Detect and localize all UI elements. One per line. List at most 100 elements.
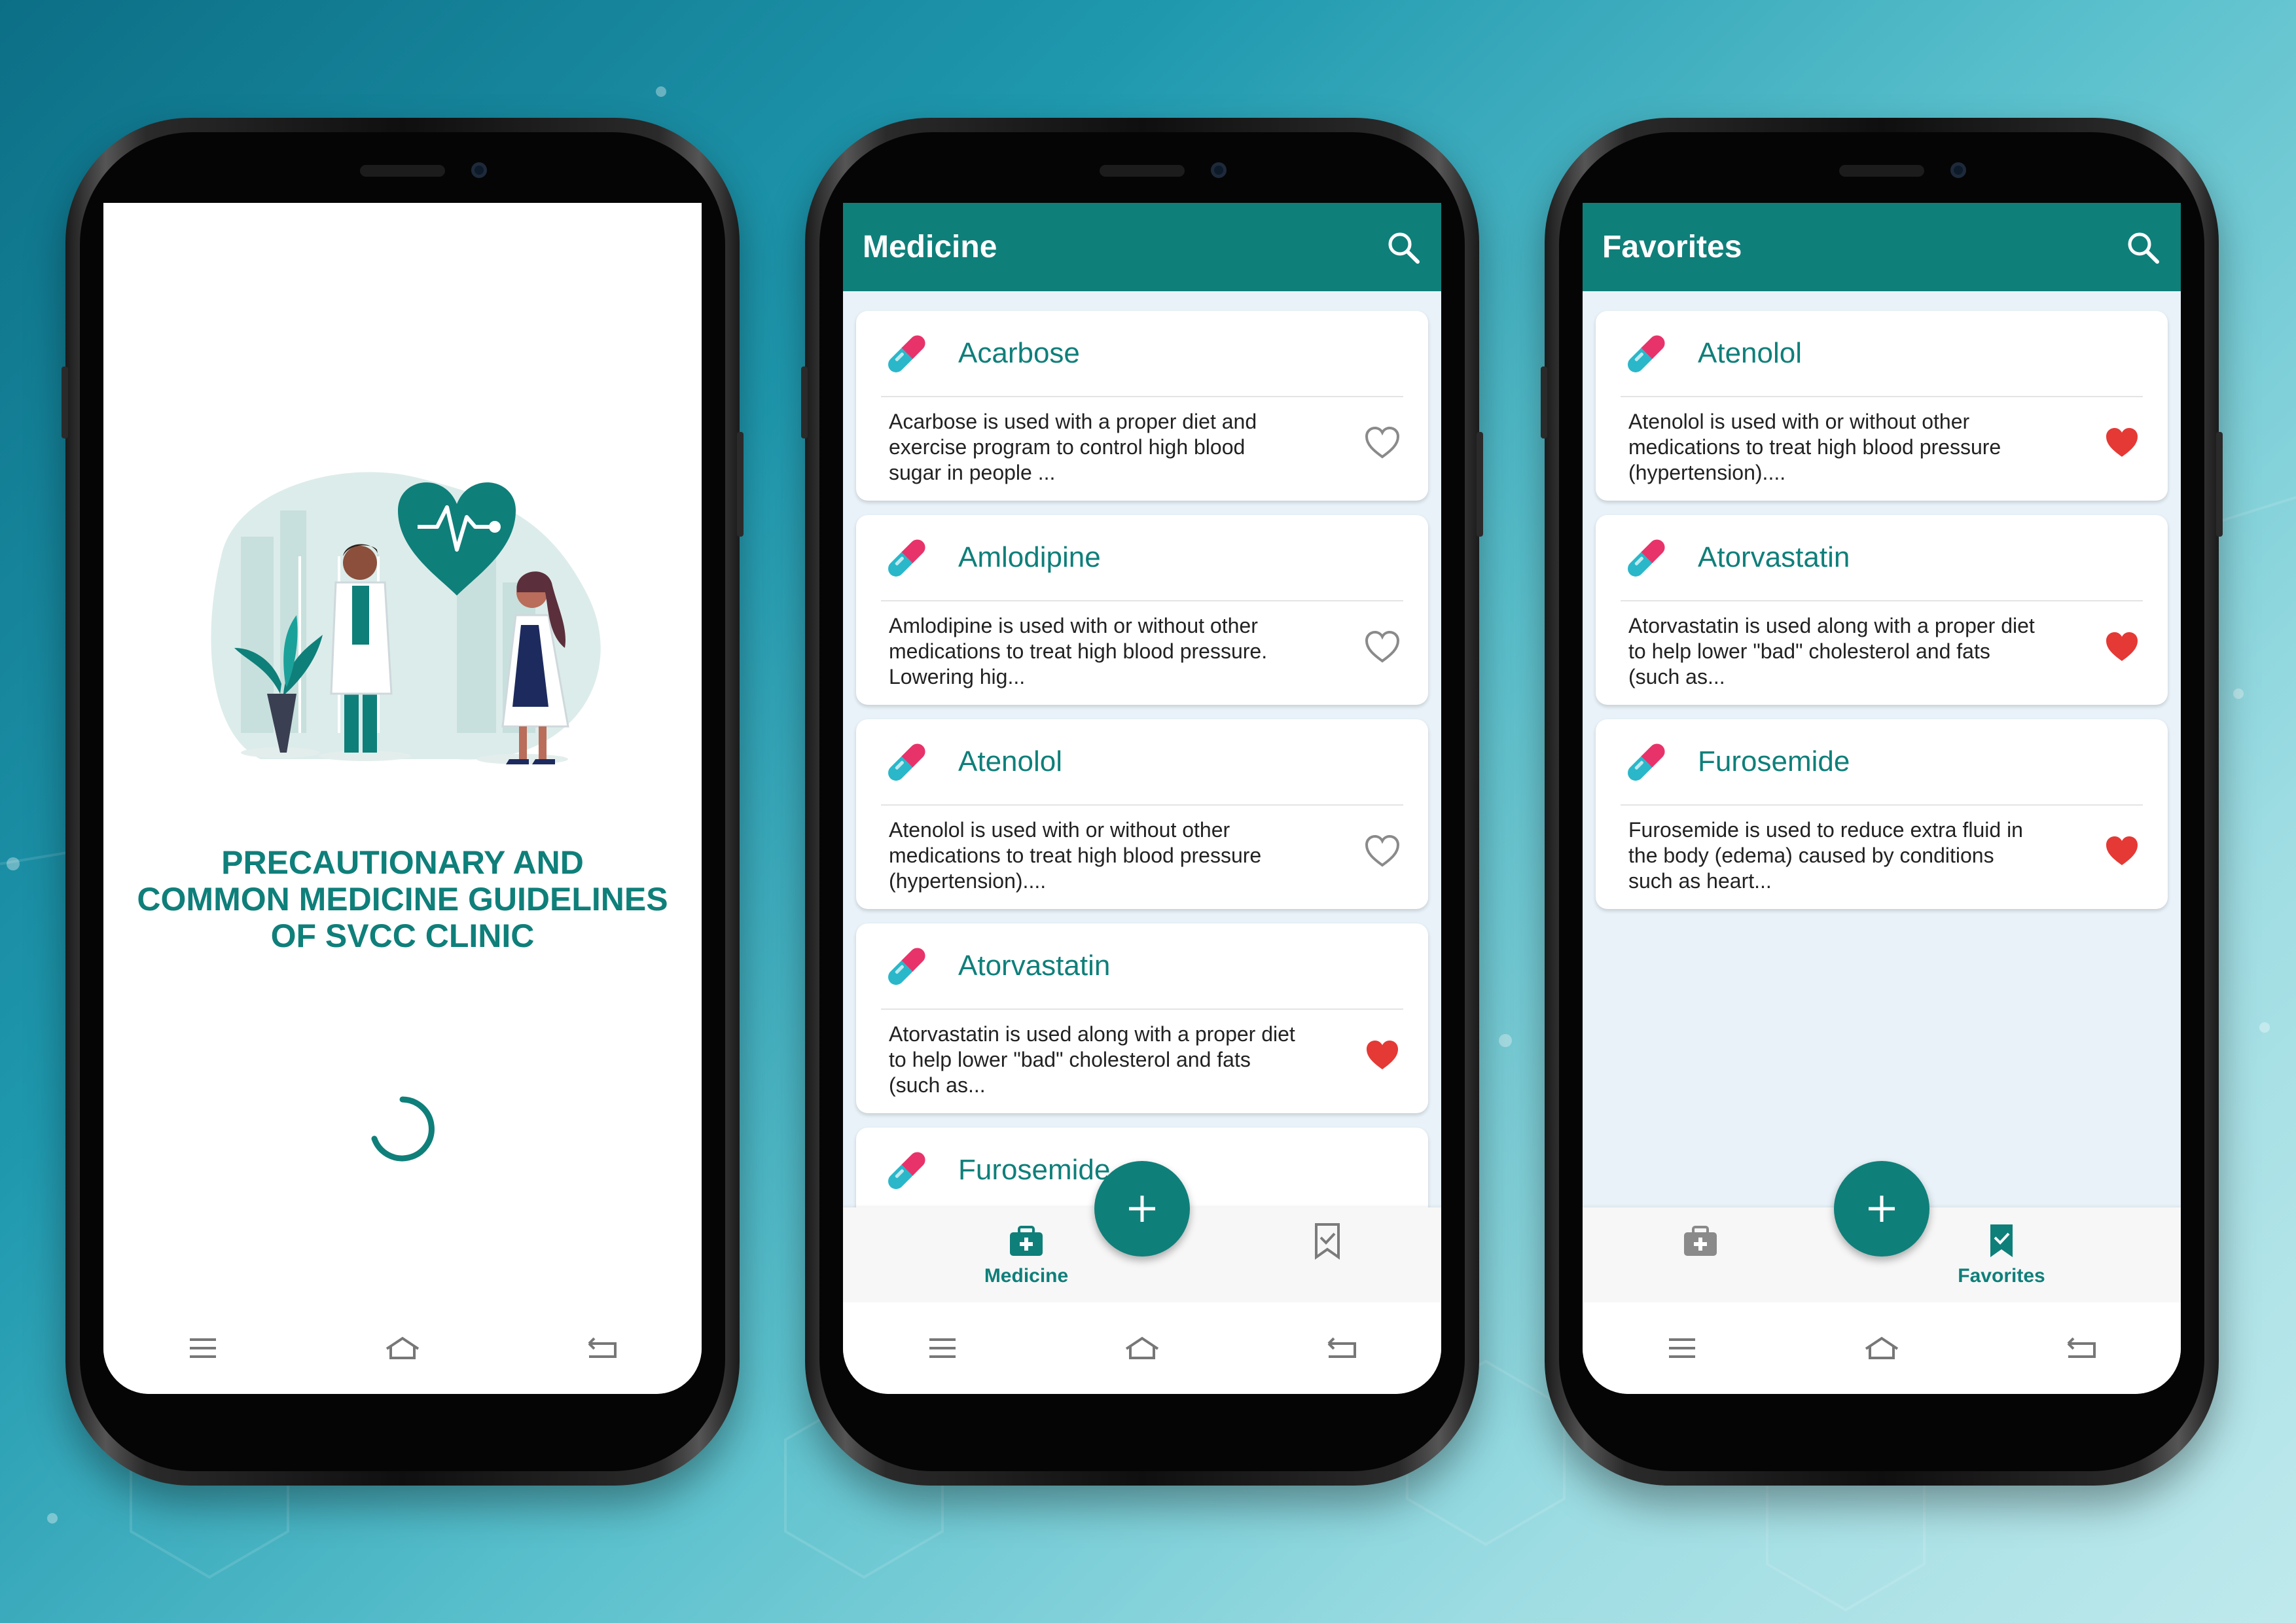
medicine-card[interactable]: Atenolol Atenolol is used with or without… [1596,311,2168,501]
menu-icon[interactable] [1662,1332,1702,1364]
tab-medicine[interactable] [1609,1221,1792,1261]
medicine-description-line: Atorvastatin is used along with a proper… [1628,614,2035,637]
medicine-description-line: (hypertension).... [889,869,1047,893]
medicine-name: Amlodipine [958,541,1101,573]
search-icon[interactable] [1385,229,1422,266]
splash-title: PRECAUTIONARY AND COMMON MEDICINE GUIDEL… [103,844,702,954]
medicine-card[interactable]: Atorvastatin Atorvastatin is used along w… [856,923,1428,1113]
add-button[interactable] [1094,1161,1190,1257]
power-button [1477,432,1483,537]
pill-icon [888,335,925,372]
pill-icon [1628,539,1665,577]
doctors-heart-illustration [211,472,601,764]
medicine-list[interactable]: Acarbose Acarbose is used with a proper d… [843,291,1441,1211]
medicine-description-line: such as heart... [1628,869,1772,893]
tab-favorites[interactable]: Favorites [1910,1221,2093,1287]
tab-favorites[interactable] [1236,1221,1419,1261]
medicine-description-line: medications to treat high blood pressure [1628,435,2001,459]
medicine-card[interactable]: Atenolol Atenolol is used with or without… [856,719,1428,909]
favorites-screen: Favorites Atenolol Atenolol is used with … [1583,203,2181,1394]
medicine-name: Atenolol [1698,337,1803,369]
medicine-description: Acarbose is used with a proper diet and e… [889,409,1360,486]
medicine-description: Furosemide is used to reduce extra fluid… [1628,817,2100,894]
system-nav-bar [843,1302,1441,1394]
tab-medicine[interactable]: Medicine [935,1221,1118,1287]
back-icon[interactable] [2062,1332,2101,1364]
divider [1621,804,2143,806]
medicine-description-line: Atorvastatin is used along with a proper… [889,1022,1295,1046]
back-icon[interactable] [1322,1332,1361,1364]
medical-kit-icon [1684,1226,1717,1256]
medicine-description: Atenolol is used with or without other me… [1628,409,2100,486]
divider [1621,600,2143,601]
heart-filled-icon[interactable] [2102,832,2142,869]
phone-favorites: Favorites Atenolol Atenolol is used with … [1541,118,2223,1486]
heart-outline-icon[interactable] [1363,628,1402,665]
medicine-card[interactable]: Atorvastatin Atorvastatin is used along w… [1596,515,2168,705]
medicine-card[interactable]: Acarbose Acarbose is used with a proper d… [856,311,1428,501]
phone-speaker [1100,165,1185,177]
heart-outline-icon[interactable] [1363,832,1402,869]
heart-filled-icon[interactable] [2102,628,2142,665]
splash-title-line: PRECAUTIONARY AND [221,844,584,881]
medicine-screen: Medicine Acarbose Acarbose is used with a… [843,203,1441,1394]
app-bar: Favorites [1583,203,2181,291]
pill-icon [888,539,925,577]
home-icon[interactable] [1862,1332,1901,1364]
medicine-description: Atorvastatin is used along with a proper… [889,1022,1360,1098]
divider [881,804,1403,806]
favorites-list[interactable]: Atenolol Atenolol is used with or without… [1583,291,2181,1211]
medicine-description-line: Lowering hig... [889,665,1026,688]
menu-icon[interactable] [923,1332,962,1364]
power-button [737,432,744,537]
card-header: Atorvastatin [856,923,1428,1008]
splash-title-line: OF SVCC CLINIC [270,918,535,954]
medicine-description-line: (such as... [889,1073,986,1097]
bookmark-check-icon [1990,1224,2013,1257]
volume-button [62,366,68,438]
medicine-description-line: Atenolol is used with or without other [889,818,1230,842]
tab-label: Medicine [984,1265,1069,1287]
app-bar: Medicine [843,203,1441,291]
pill-icon [1628,335,1665,372]
divider [881,600,1403,601]
divider [1621,396,2143,397]
medicine-name: Acarbose [958,337,1080,369]
card-header: Atorvastatin [1596,515,2168,600]
medicine-description-line: (hypertension).... [1628,461,1786,484]
heart-filled-icon[interactable] [1363,1037,1402,1073]
medicine-card[interactable]: Amlodipine Amlodipine is used with or wit… [856,515,1428,705]
medicine-description-line: Acarbose is used with a proper diet and [889,410,1257,433]
medicine-name: Atorvastatin [1698,541,1850,573]
volume-button [1541,366,1547,438]
home-icon[interactable] [383,1332,422,1364]
menu-icon[interactable] [183,1332,223,1364]
page-title: Favorites [1602,230,1742,264]
medicine-description: Atorvastatin is used along with a proper… [1628,613,2100,690]
plus-icon [1129,1196,1155,1222]
medicine-description-line: (such as... [1628,665,1725,688]
medicine-description: Amlodipine is used with or without other… [889,613,1360,690]
phone-medicine: Medicine Acarbose Acarbose is used with a… [801,118,1483,1486]
heart-outline-icon[interactable] [1363,424,1402,461]
heart-filled-icon[interactable] [2102,424,2142,461]
medicine-description-line: to help lower "bad" cholesterol and fats [1628,639,1990,663]
search-icon[interactable] [2125,229,2161,266]
pill-icon [1628,743,1665,781]
back-icon[interactable] [583,1332,622,1364]
system-nav-bar [1583,1302,2181,1394]
home-icon[interactable] [1122,1332,1162,1364]
medicine-description-line: exercise program to control high blood [889,435,1246,459]
add-button[interactable] [1834,1161,1929,1257]
pill-icon [888,743,925,781]
medicine-description-line: the body (edema) caused by conditions [1628,844,1994,867]
phone-speaker [1839,165,1924,177]
card-header: Furosemide [1596,719,2168,804]
medicine-name: Furosemide [958,1154,1111,1186]
divider [881,396,1403,397]
pill-icon [888,1152,925,1189]
medicine-description-line: medications to treat high blood pressure… [889,639,1268,663]
medicine-card[interactable]: Furosemide Furosemide is used to reduce e… [1596,719,2168,909]
power-button [2216,432,2223,537]
page-title: Medicine [863,230,997,264]
